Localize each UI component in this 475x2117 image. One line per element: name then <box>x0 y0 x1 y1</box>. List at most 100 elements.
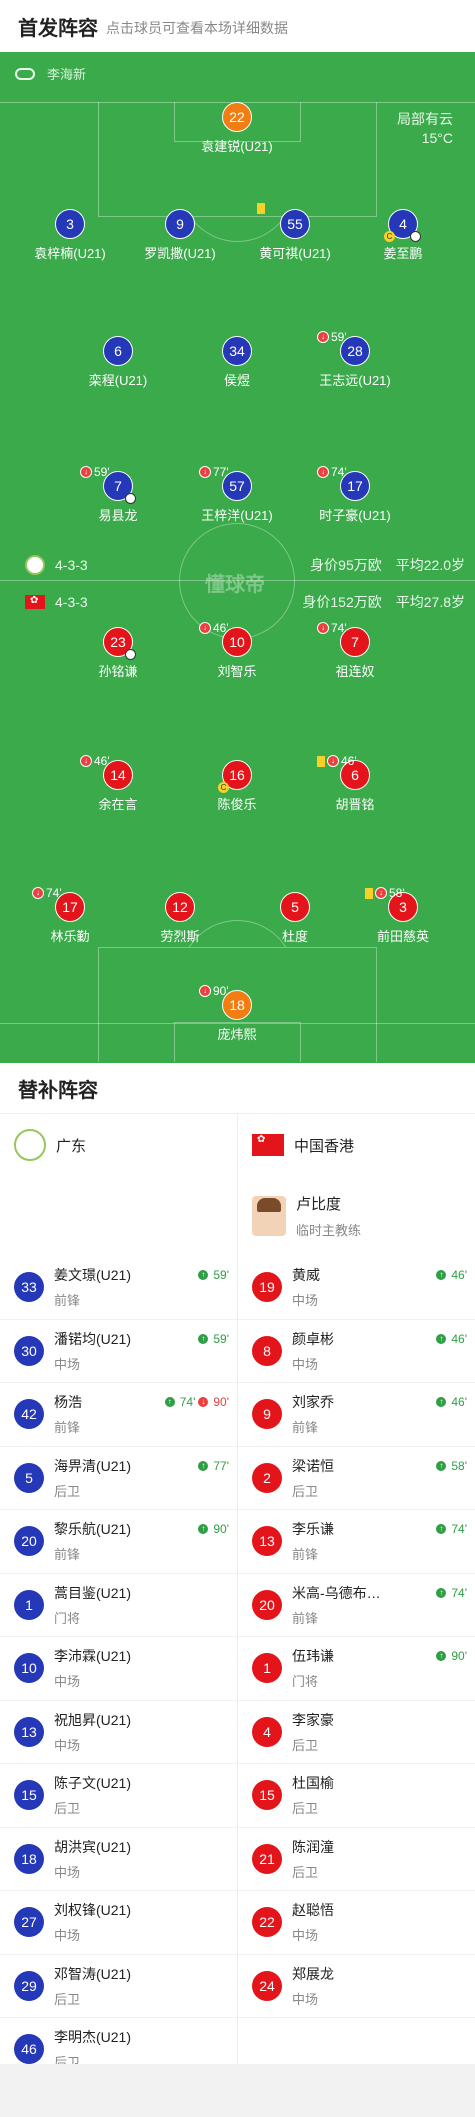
sub-player-position: 前锋 <box>54 1547 81 1563</box>
sub-off-icon: ↓ <box>80 755 92 767</box>
sub-player-name: 李沛霖(U21) <box>54 1648 132 1665</box>
sub-player-row[interactable]: 15 杜国榆 后卫 <box>238 1764 475 1828</box>
player-home-def[interactable]: 55 黄可祺(U21) <box>235 203 355 262</box>
player-name: 孙铭谦 <box>98 664 138 679</box>
sub-player-row[interactable]: 13 李乐谦 前锋 ↑ 74' <box>238 1510 475 1574</box>
player-name: 前田慈英 <box>376 929 429 944</box>
sub-player-row[interactable]: 27 刘权锋(U21) 中场 <box>0 1891 237 1955</box>
sub-player-name: 陈润潼 <box>292 1838 334 1855</box>
sub-player-row[interactable]: 15 陈子文(U21) 后卫 <box>0 1764 237 1828</box>
sub-event: ↑ 59' <box>197 1268 229 1282</box>
player-away-fwd[interactable]: 7 ↓ 74' 祖连奴 <box>295 621 415 680</box>
sub-event: ↑ 74' <box>435 1522 467 1536</box>
player-name: 侯煜 <box>223 373 250 388</box>
sub-player-row[interactable]: 1 蒿目鉴(U21) 门将 <box>0 1574 237 1637</box>
sub-on-time: 74' <box>451 1522 467 1536</box>
sub-player-row[interactable]: 22 赵聪悟 中场 <box>238 1891 475 1955</box>
player-away-def[interactable]: 12 劳烈斯 <box>120 892 240 945</box>
sub-player-row[interactable]: 20 米高-乌德布… 前锋 ↑ 74' <box>238 1574 475 1637</box>
player-away-gk[interactable]: 18 ↓ 90' 庞炜熙 <box>177 984 297 1043</box>
sub-off-icon: ↓ <box>80 466 92 478</box>
yellow-card-icon <box>365 887 373 899</box>
sub-player-row[interactable]: 5 海畀清(U21) 后卫 ↑ 77' <box>0 1447 237 1510</box>
player-name: 劳烈斯 <box>160 929 200 944</box>
sub-player-row[interactable]: 24 郑展龙 中场 <box>238 1955 475 2018</box>
player-home-def[interactable]: 9 罗凯撒(U21) <box>120 209 240 262</box>
home-age: 平均22.0岁 <box>395 557 465 573</box>
sub-player-name: 颜卓彬 <box>292 1330 334 1347</box>
jersey-number: 24 <box>252 1970 282 2001</box>
sub-player-row[interactable]: 30 潘锘均(U21) 中场 ↑ 59' <box>0 1320 237 1383</box>
sub-player-row[interactable]: 33 姜文璟(U21) 前锋 ↑ 59' <box>0 1256 237 1320</box>
sub-player-row[interactable]: 18 胡洪宾(U21) 中场 <box>0 1828 237 1891</box>
sub-on-time: 58' <box>451 1458 467 1473</box>
sub-event: ↑ 90' <box>435 1649 467 1663</box>
player-home-gk[interactable]: 22 袁建锐(U21) <box>177 102 297 155</box>
player-home-fwd[interactable]: 17 ↓ 74' 时子豪(U21) <box>295 465 415 524</box>
sub-player-name: 刘家乔 <box>292 1394 334 1411</box>
player-home-fwd[interactable]: 7 ↓ 59' 易县龙 <box>58 465 178 524</box>
sub-player-row[interactable]: 1 伍玮谦 门将 ↑ 90' <box>238 1637 475 1701</box>
page-footer <box>0 2064 475 2117</box>
player-away-fwd[interactable]: 23 孙铭谦 <box>58 627 178 680</box>
sub-on-icon: ↑ <box>435 1269 448 1281</box>
jersey-number-text: 7 <box>114 478 122 494</box>
jersey-number: 22 <box>252 1907 282 1938</box>
player-name: 袁梓楠(U21) <box>34 246 106 261</box>
player-home-fwd[interactable]: 57 ↓ 77' 王梓洋(U21) <box>177 465 297 524</box>
jersey-number-text: 23 <box>110 634 126 650</box>
sub-player-row[interactable]: 19 黄威 中场 ↑ 46' <box>238 1256 475 1320</box>
player-name: 易县龙 <box>98 508 138 523</box>
player-away-def[interactable]: 17 ↓ 74' 林乐勤 <box>10 886 130 945</box>
player-home-mid[interactable]: 28 ↓ 59' 王志远(U21) <box>295 330 415 389</box>
sub-player-row[interactable]: 8 颜卓彬 中场 ↑ 46' <box>238 1320 475 1383</box>
sub-off-icon: ↓ <box>317 466 329 478</box>
jersey-number-text: 16 <box>229 767 245 783</box>
jersey-number: 27 <box>14 1907 44 1938</box>
sub-player-row[interactable]: 29 邓智涛(U21) 后卫 <box>0 1955 237 2018</box>
jersey-number: 4C <box>384 209 421 242</box>
sub-player-row[interactable]: 13 祝旭昇(U21) 中场 <box>0 1701 237 1764</box>
player-home-mid[interactable]: 34 侯煜 <box>177 336 297 389</box>
sub-player-row[interactable]: 42 杨浩 前锋 ↑ 74' ↓ 90' <box>0 1383 237 1447</box>
player-home-def[interactable]: 3 袁梓楠(U21) <box>10 209 130 262</box>
jersey-number: 4 <box>252 1716 282 1747</box>
sub-player-row[interactable]: 2 梁诺恒 后卫 ↑ 58' <box>238 1447 475 1510</box>
player-away-mid[interactable]: 16 C 陈俊乐 <box>177 760 297 813</box>
player-home-mid[interactable]: 6 栾程(U21) <box>58 336 178 389</box>
sub-player-row[interactable]: 9 刘家乔 前锋 ↑ 46' <box>238 1383 475 1447</box>
subs-title: 替补阵容 <box>0 1063 475 1114</box>
sub-on-icon: ↑ <box>197 1269 210 1281</box>
jersey-number: 2 <box>252 1462 282 1493</box>
sub-off-icon: ↓ <box>199 985 211 997</box>
jersey-number: 20 <box>252 1589 282 1620</box>
jersey-number: 15 <box>252 1780 282 1811</box>
sub-time: 59' <box>94 465 110 479</box>
jersey-number: 3 <box>55 209 85 239</box>
player-name: 庞炜熙 <box>217 1027 257 1042</box>
sub-player-position: 中场 <box>54 1864 81 1880</box>
player-home-def[interactable]: 4C 姜至鹏 <box>343 209 463 262</box>
sub-event: ↑ 59' <box>197 1332 229 1346</box>
sub-off-icon: ↓ <box>197 1396 210 1408</box>
sub-player-row[interactable]: 21 陈润潼 后卫 <box>238 1828 475 1891</box>
sub-time: 58' <box>389 886 405 900</box>
away-team-header[interactable]: 中国香港 <box>238 1114 475 1176</box>
sub-player-row[interactable]: 10 李沛霖(U21) 中场 <box>0 1637 237 1701</box>
jersey-number: 1 <box>252 1653 282 1684</box>
player-away-mid[interactable]: 6 ↓ 46' 胡晋铭 <box>295 754 415 813</box>
pitch: 李海新 局部有云 15°C 懂球帝 4-3-3 身价95万欧平均22.0岁 4-… <box>0 52 475 1063</box>
sub-player-name: 邓智涛(U21) <box>54 1965 132 1982</box>
sub-player-row[interactable]: 4 李家豪 后卫 <box>238 1701 475 1764</box>
away-coach[interactable]: 卢比度 临时主教练 <box>238 1176 475 1256</box>
jersey-number: 20 <box>14 1526 44 1557</box>
home-team-header[interactable]: 广东 <box>0 1114 237 1176</box>
jersey-number: 30 <box>14 1335 44 1366</box>
player-away-def[interactable]: 5 杜度 <box>235 892 355 945</box>
player-away-fwd[interactable]: 10 ↓ 46' 刘智乐 <box>177 621 297 680</box>
player-away-def[interactable]: 3 ↓ 58' 前田慈英 <box>343 886 463 945</box>
sub-player-row[interactable]: 20 黎乐航(U21) 前锋 ↑ 90' <box>0 1510 237 1574</box>
jersey-number: 21 <box>252 1843 282 1874</box>
sub-on-time: 90' <box>213 1522 229 1536</box>
player-away-mid[interactable]: 14 ↓ 46' 余在言 <box>58 754 178 813</box>
